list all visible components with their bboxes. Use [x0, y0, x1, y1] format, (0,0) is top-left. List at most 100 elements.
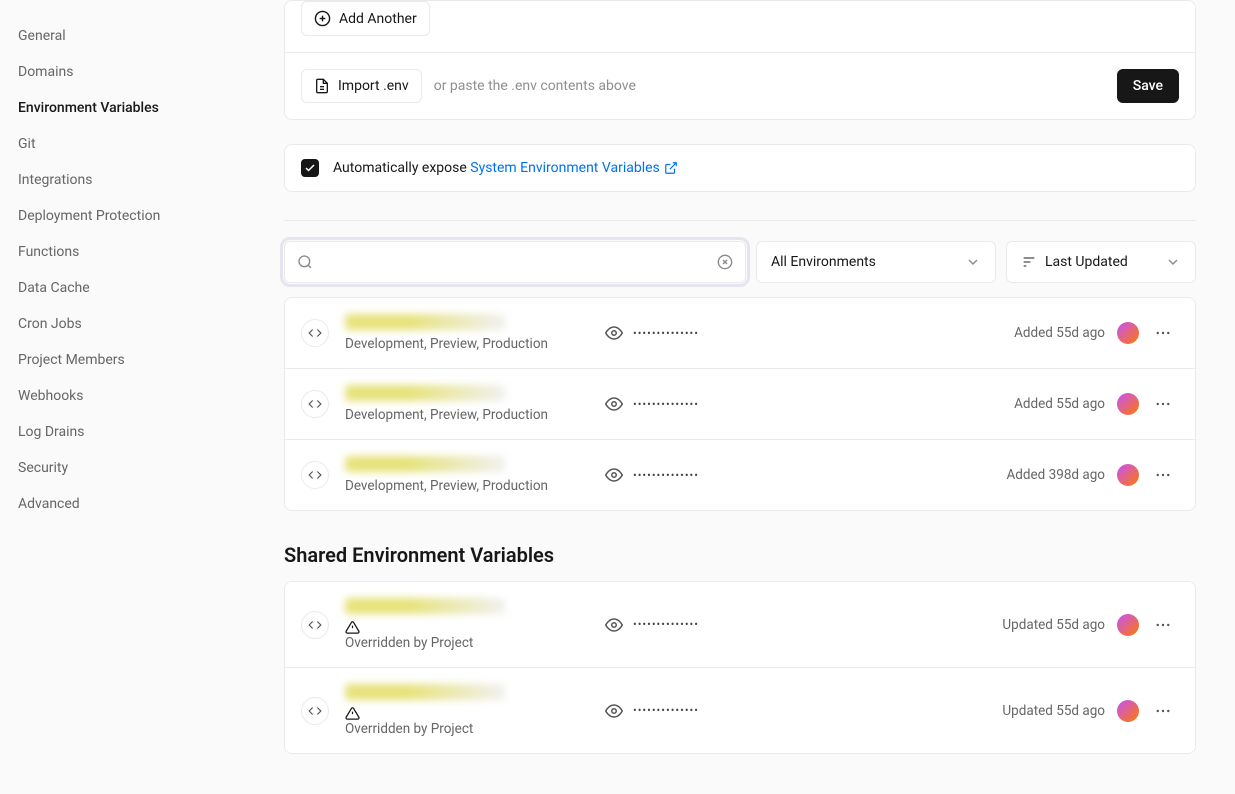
save-row: Import .env or paste the .env contents a… — [285, 52, 1195, 119]
author-avatar[interactable] — [1117, 464, 1139, 486]
sidebar-item-webhooks[interactable]: Webhooks — [0, 378, 260, 414]
sidebar-item-domains[interactable]: Domains — [0, 54, 260, 90]
shared-env-title: Shared Environment Variables — [284, 543, 1196, 567]
sidebar-item-log-drains[interactable]: Log Drains — [0, 414, 260, 450]
author-avatar[interactable] — [1117, 700, 1139, 722]
more-horizontal-icon — [1154, 395, 1172, 413]
reveal-value-button[interactable] — [605, 395, 623, 413]
sidebar-item-functions[interactable]: Functions — [0, 234, 260, 270]
more-actions-button[interactable] — [1147, 459, 1179, 491]
env-var-name: REDACTED_SHARED_B — [345, 684, 505, 700]
sidebar-item-integrations[interactable]: Integrations — [0, 162, 260, 198]
shared-env-var-item: REDACTED_SHARED_B Overridden by Project … — [285, 667, 1195, 753]
env-var-meta: Added 55d ago — [1014, 325, 1105, 341]
env-var-meta: Updated 55d ago — [1002, 703, 1105, 719]
settings-sidebar: General Domains Environment Variables Gi… — [0, 0, 260, 794]
code-icon — [301, 390, 329, 418]
search-icon — [297, 254, 313, 270]
system-env-vars-link-text: System Environment Variables — [470, 160, 660, 176]
x-circle-icon — [717, 254, 733, 270]
divider — [284, 220, 1196, 221]
auto-expose-card: Automatically expose System Environment … — [284, 144, 1196, 192]
code-icon — [301, 319, 329, 347]
code-icon — [301, 611, 329, 639]
env-var-meta: Added 398d ago — [1006, 467, 1105, 483]
sidebar-item-deployment-protection[interactable]: Deployment Protection — [0, 198, 260, 234]
sidebar-item-data-cache[interactable]: Data Cache — [0, 270, 260, 306]
auto-expose-text: Automatically expose System Environment … — [333, 160, 678, 176]
import-env-label: Import .env — [338, 78, 409, 94]
eye-icon — [605, 616, 623, 634]
sidebar-item-project-members[interactable]: Project Members — [0, 342, 260, 378]
add-another-button[interactable]: Add Another — [301, 1, 430, 36]
secret-value-masked: •••••••••••••• — [633, 618, 699, 631]
eye-icon — [605, 466, 623, 484]
environment-select-label: All Environments — [771, 254, 876, 270]
more-actions-button[interactable] — [1147, 609, 1179, 641]
shared-env-var-item: REDACTED_SHARED_A Overridden by Project … — [285, 582, 1195, 667]
search-input[interactable] — [313, 254, 717, 270]
env-var-override-note: Overridden by Project — [345, 620, 595, 651]
auto-expose-prefix: Automatically expose — [333, 160, 470, 176]
plus-circle-icon — [314, 10, 331, 27]
env-var-item: REDACTED_VAR_THREE Development, Preview,… — [285, 439, 1195, 510]
sort-select-label: Last Updated — [1045, 254, 1128, 270]
sort-select[interactable]: Last Updated — [1006, 241, 1196, 283]
env-form-card: Add Another Import .env or paste the .en… — [284, 0, 1196, 120]
import-env-button[interactable]: Import .env — [301, 69, 422, 103]
secret-value-masked: •••••••••••••• — [633, 704, 699, 717]
author-avatar[interactable] — [1117, 393, 1139, 415]
filter-row: All Environments Last Updated — [284, 241, 1196, 283]
warning-icon — [345, 620, 360, 635]
env-var-name: REDACTED_VAR_TWO — [345, 385, 505, 401]
sidebar-item-general[interactable]: General — [0, 18, 260, 54]
sidebar-item-environment-variables[interactable]: Environment Variables — [0, 90, 260, 126]
env-var-meta: Added 55d ago — [1014, 396, 1105, 412]
env-var-name: REDACTED_VAR_ONE — [345, 314, 505, 330]
more-actions-button[interactable] — [1147, 388, 1179, 420]
secret-value-masked: •••••••••••••• — [633, 469, 699, 482]
chevron-down-icon — [965, 254, 981, 270]
add-row: Add Another — [285, 1, 1195, 52]
env-var-item: REDACTED_VAR_ONE Development, Preview, P… — [285, 298, 1195, 368]
secret-value-masked: •••••••••••••• — [633, 327, 699, 340]
sidebar-item-git[interactable]: Git — [0, 126, 260, 162]
reveal-value-button[interactable] — [605, 466, 623, 484]
save-button[interactable]: Save — [1117, 69, 1179, 103]
more-actions-button[interactable] — [1147, 695, 1179, 727]
author-avatar[interactable] — [1117, 322, 1139, 344]
reveal-value-button[interactable] — [605, 324, 623, 342]
chevron-down-icon — [1165, 254, 1181, 270]
sidebar-item-cron-jobs[interactable]: Cron Jobs — [0, 306, 260, 342]
eye-icon — [605, 324, 623, 342]
secret-value-masked: •••••••••••••• — [633, 398, 699, 411]
env-var-item: REDACTED_VAR_TWO Development, Preview, P… — [285, 368, 1195, 439]
env-var-meta: Updated 55d ago — [1002, 617, 1105, 633]
paste-hint: or paste the .env contents above — [434, 78, 636, 94]
clear-search-button[interactable] — [717, 254, 733, 270]
reveal-value-button[interactable] — [605, 702, 623, 720]
eye-icon — [605, 702, 623, 720]
environment-select[interactable]: All Environments — [756, 241, 996, 283]
env-var-targets: Development, Preview, Production — [345, 407, 595, 423]
auto-expose-checkbox[interactable] — [301, 159, 319, 177]
main-content: Add Another Import .env or paste the .en… — [260, 0, 1220, 794]
author-avatar[interactable] — [1117, 614, 1139, 636]
more-actions-button[interactable] — [1147, 317, 1179, 349]
more-horizontal-icon — [1154, 324, 1172, 342]
env-var-name: REDACTED_SHARED_A — [345, 598, 505, 614]
search-wrapper — [284, 241, 746, 283]
sort-icon — [1021, 254, 1037, 270]
sidebar-item-security[interactable]: Security — [0, 450, 260, 486]
code-icon — [301, 461, 329, 489]
more-horizontal-icon — [1154, 466, 1172, 484]
eye-icon — [605, 395, 623, 413]
env-var-targets: Development, Preview, Production — [345, 478, 595, 494]
system-env-vars-link[interactable]: System Environment Variables — [470, 160, 678, 176]
file-icon — [314, 78, 330, 94]
sidebar-item-advanced[interactable]: Advanced — [0, 486, 260, 522]
reveal-value-button[interactable] — [605, 616, 623, 634]
shared-env-var-list: REDACTED_SHARED_A Overridden by Project … — [284, 581, 1196, 754]
env-var-override-note: Overridden by Project — [345, 706, 595, 737]
warning-icon — [345, 706, 360, 721]
